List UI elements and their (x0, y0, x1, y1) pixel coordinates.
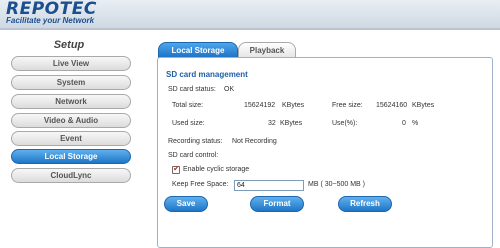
sidebar-title: Setup (53, 39, 85, 51)
sidebar-item-network[interactable]: Network (11, 94, 131, 109)
sidebar-item-cloudlync[interactable]: CloudLync (11, 168, 131, 183)
keep-free-space-input[interactable]: 64 (234, 180, 304, 191)
save-button[interactable]: Save (164, 196, 208, 212)
panel-title: SD card management (166, 70, 248, 79)
cyclic-storage-checkbox[interactable]: ✔ (172, 164, 180, 174)
recording-status-label: Recording status: (168, 138, 223, 145)
sd-status-value: OK (224, 86, 235, 93)
sidebar-item-local-storage[interactable]: Local Storage (11, 149, 131, 164)
sd-card-panel: SD card management SD card status: OK To… (157, 57, 493, 248)
format-button[interactable]: Format (250, 196, 304, 212)
tab-playback[interactable]: Playback (238, 42, 296, 58)
use-percent-label: Use(%): (332, 120, 358, 127)
repotec-logo: REPOTEC Facilitate your Network (6, 1, 97, 26)
sidebar-item-live-view[interactable]: Live View (11, 56, 131, 71)
used-size-value: 32 (268, 120, 276, 127)
sidebar-item-event[interactable]: Event (11, 131, 131, 146)
free-size-label: Free size: (332, 102, 363, 109)
sd-status-label: SD card status: (168, 86, 216, 93)
cyclic-storage-label[interactable]: Enable cyclic storage (183, 166, 249, 173)
use-percent-value: 0 (402, 120, 406, 127)
brand-tagline: Facilitate your Network (6, 16, 95, 25)
keep-free-space-hint: MB ( 30~500 MB ) (308, 181, 365, 188)
recording-status-value: Not Recording (232, 138, 277, 145)
header-bar: REPOTEC Facilitate your Network (0, 0, 500, 30)
tab-local-storage[interactable]: Local Storage (158, 42, 238, 58)
total-size-label: Total size: (172, 102, 204, 109)
keep-free-space-label: Keep Free Space: (172, 181, 229, 188)
sidebar-item-video-audio[interactable]: Video & Audio (11, 113, 131, 128)
free-size-value: 15624160 (376, 102, 408, 109)
use-percent-unit: % (412, 120, 419, 127)
sidebar-item-system[interactable]: System (11, 75, 131, 90)
refresh-button[interactable]: Refresh (338, 196, 392, 212)
sd-control-label: SD card control: (168, 152, 219, 159)
total-size-unit: KBytes (282, 102, 305, 109)
checkmark-icon: ✔ (173, 164, 180, 173)
sidebar: Setup Live View System Network Video & A… (0, 32, 152, 248)
used-size-label: Used size: (172, 120, 205, 127)
total-size-value: 15624192 (244, 102, 276, 109)
used-size-unit: KBytes (280, 120, 303, 127)
free-size-unit: KBytes (412, 102, 435, 109)
